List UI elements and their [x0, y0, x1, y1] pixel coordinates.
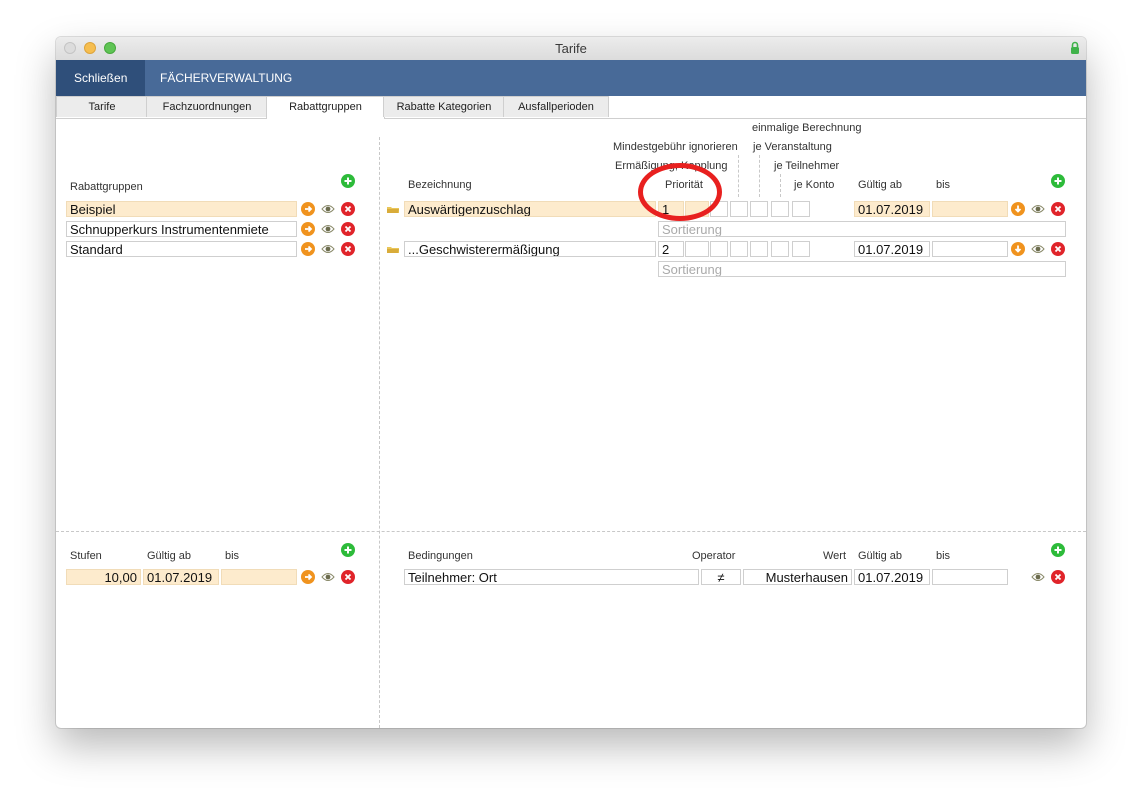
arrow-right-icon[interactable] — [301, 242, 315, 256]
title-bar: Tarife — [56, 37, 1086, 61]
stufe-valid-to-field[interactable] — [221, 569, 297, 585]
folder-icon — [386, 202, 400, 216]
window-title: Tarife — [555, 41, 587, 56]
delete-icon[interactable] — [1051, 570, 1065, 584]
tab-tarife[interactable]: Tarife — [56, 96, 148, 117]
konto-checkbox[interactable] — [792, 201, 810, 217]
eye-icon[interactable] — [1031, 202, 1045, 216]
stufen-gueltig-ab-header: Gültig ab — [147, 550, 192, 562]
header-guide — [738, 155, 739, 197]
header-guide — [780, 174, 781, 197]
eye-icon[interactable] — [321, 570, 335, 584]
delete-icon[interactable] — [341, 570, 355, 584]
mindestgebuehr-header: Mindestgebühr ignorieren — [613, 141, 738, 153]
arrow-down-icon[interactable] — [1011, 202, 1025, 216]
eye-icon[interactable] — [1031, 242, 1045, 256]
tab-rabattgruppen[interactable]: Rabattgruppen — [266, 96, 385, 119]
bis-header: bis — [936, 179, 951, 191]
stufe-value-field[interactable]: 10,00 — [66, 569, 141, 585]
annotation-circle — [638, 163, 722, 221]
wert-header: Wert — [823, 550, 847, 562]
einmalige-checkbox[interactable] — [730, 201, 748, 217]
arrow-right-icon[interactable] — [301, 202, 315, 216]
condition-valid-to-field[interactable] — [932, 569, 1008, 585]
folder-icon — [386, 242, 400, 256]
arrow-right-icon[interactable] — [301, 222, 315, 236]
bed-bis-header: bis — [936, 550, 951, 562]
teilnehmer-checkbox[interactable] — [771, 201, 789, 217]
sort-field[interactable]: Sortierung — [658, 221, 1066, 237]
tab-fachzuordnungen[interactable]: Fachzuordnungen — [146, 96, 268, 117]
arrow-right-icon[interactable] — [301, 570, 315, 584]
delete-icon[interactable] — [341, 222, 355, 236]
lock-icon[interactable] — [1070, 41, 1080, 60]
bedingungen-header: Bedingungen — [408, 550, 473, 562]
condition-valid-from-field[interactable]: 01.07.2019 — [854, 569, 930, 585]
veranstaltung-checkbox[interactable] — [750, 201, 768, 217]
gueltig-ab-header: Gültig ab — [858, 179, 903, 191]
bed-gueltig-ab-header: Gültig ab — [858, 550, 903, 562]
priority-field[interactable]: 2 — [658, 241, 684, 257]
condition-value-field[interactable]: Musterhausen — [743, 569, 852, 585]
add-discount-icon[interactable] — [1051, 174, 1065, 188]
stufe-valid-from-field[interactable]: 01.07.2019 — [143, 569, 219, 585]
toolbar: Schließen FÄCHERVERWALTUNG — [56, 60, 1086, 96]
sort-field[interactable]: Sortierung — [658, 261, 1066, 277]
rabattgruppen-header: Rabattgruppen — [70, 181, 143, 193]
einmalige-checkbox[interactable] — [730, 241, 748, 257]
add-group-icon[interactable] — [341, 174, 355, 188]
valid-from-field[interactable]: 01.07.2019 — [854, 201, 930, 217]
close-button[interactable]: Schließen — [56, 60, 146, 96]
group-name-field[interactable]: Standard — [66, 241, 297, 257]
tarife-window: Tarife Schließen FÄCHERVERWALTUNG Tarife… — [56, 37, 1086, 728]
arrow-down-icon[interactable] — [1011, 242, 1025, 256]
je-konto-header: je Konto — [794, 179, 835, 191]
condition-field[interactable]: Teilnehmer: Ort — [404, 569, 699, 585]
tab-rabatte-kategorien[interactable]: Rabatte Kategorien — [383, 96, 505, 117]
delete-icon[interactable] — [1051, 242, 1065, 256]
bezeichnung-header: Bezeichnung — [408, 179, 472, 191]
veranstaltung-checkbox[interactable] — [750, 241, 768, 257]
delete-icon[interactable] — [341, 202, 355, 216]
discount-name-field[interactable]: Auswärtigenzuschlag — [404, 201, 656, 217]
add-condition-icon[interactable] — [1051, 543, 1065, 557]
valid-to-field[interactable] — [932, 201, 1008, 217]
eye-icon[interactable] — [321, 222, 335, 236]
subjects-button[interactable]: FÄCHERVERWALTUNG — [142, 60, 310, 96]
vertical-divider — [379, 137, 380, 728]
mindestgebuehr-checkbox[interactable] — [710, 241, 728, 257]
ermaessigung-checkbox[interactable] — [685, 241, 709, 257]
group-name-field[interactable]: Beispiel — [66, 201, 297, 217]
tab-ausfallperioden[interactable]: Ausfallperioden — [503, 96, 609, 117]
delete-icon[interactable] — [1051, 202, 1065, 216]
konto-checkbox[interactable] — [792, 241, 810, 257]
operator-header: Operator — [692, 550, 736, 562]
je-veranstaltung-header: je Veranstaltung — [753, 141, 832, 153]
einmalige-berechnung-header: einmalige Berechnung — [752, 122, 862, 134]
je-teilnehmer-header: je Teilnehmer — [774, 160, 840, 172]
tab-bar: Tarife Fachzuordnungen Rabattgruppen Rab… — [56, 96, 1086, 119]
header-guide — [759, 155, 760, 197]
add-stufe-icon[interactable] — [341, 543, 355, 557]
stufen-header: Stufen — [70, 550, 102, 562]
group-name-field[interactable]: Schnupperkurs Instrumentenmiete — [66, 221, 297, 237]
valid-from-field[interactable]: 01.07.2019 — [854, 241, 930, 257]
horizontal-divider — [56, 531, 1086, 532]
valid-to-field[interactable] — [932, 241, 1008, 257]
teilnehmer-checkbox[interactable] — [771, 241, 789, 257]
operator-field[interactable]: ≠ — [701, 569, 741, 585]
eye-icon[interactable] — [321, 202, 335, 216]
stufen-bis-header: bis — [225, 550, 240, 562]
eye-icon[interactable] — [1031, 570, 1045, 584]
delete-icon[interactable] — [341, 242, 355, 256]
eye-icon[interactable] — [321, 242, 335, 256]
discount-name-field[interactable]: ...Geschwisterermäßigung — [404, 241, 656, 257]
